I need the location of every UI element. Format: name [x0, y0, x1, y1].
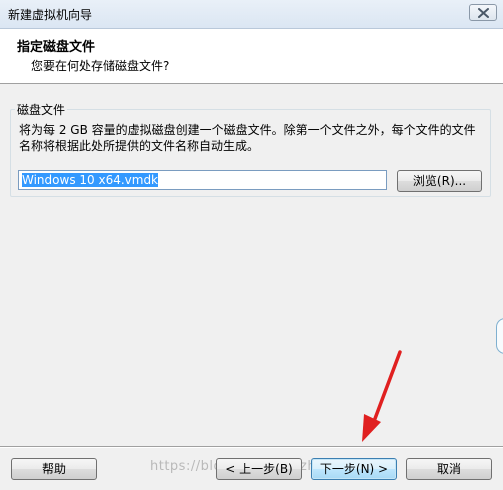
back-button[interactable]: < 上一步(B)	[216, 458, 302, 480]
help-button[interactable]: 帮助	[11, 458, 97, 480]
description-line-1: 将为每 2 GB 容量的虚拟磁盘创建一个磁盘文件。除第一个文件之外，每个文件的文…	[19, 123, 476, 137]
description-line-2: 名称将根据此处所提供的文件名称自动生成。	[19, 139, 260, 153]
browse-button[interactable]: 浏览(R)...	[397, 170, 482, 192]
page-title: 指定磁盘文件	[17, 40, 96, 55]
window-title: 新建虚拟机向导	[8, 8, 93, 22]
disk-filename-input[interactable]: Windows 10 x64.vmdk	[18, 170, 387, 190]
disk-filename-value: Windows 10 x64.vmdk	[22, 173, 159, 187]
title-bar[interactable]: 新建虚拟机向导	[0, 0, 503, 29]
wizard-window: 新建虚拟机向导 指定磁盘文件 您要在何处存储磁盘文件? 磁盘文件 将为每 2 G…	[0, 0, 503, 490]
cancel-button[interactable]: 取消	[406, 458, 492, 480]
disk-file-description: 将为每 2 GB 容量的虚拟磁盘创建一个磁盘文件。除第一个文件之外，每个文件的文…	[19, 122, 489, 154]
close-button[interactable]	[469, 4, 497, 21]
disk-file-group-label: 磁盘文件	[15, 101, 68, 118]
footer-divider	[0, 446, 503, 448]
page-subtitle: 您要在何处存储磁盘文件?	[31, 59, 170, 73]
next-button[interactable]: 下一步(N) >	[311, 458, 397, 480]
side-scroll-handle	[496, 318, 503, 354]
wizard-header: 指定磁盘文件 您要在何处存储磁盘文件?	[0, 29, 503, 84]
close-icon	[478, 8, 489, 18]
